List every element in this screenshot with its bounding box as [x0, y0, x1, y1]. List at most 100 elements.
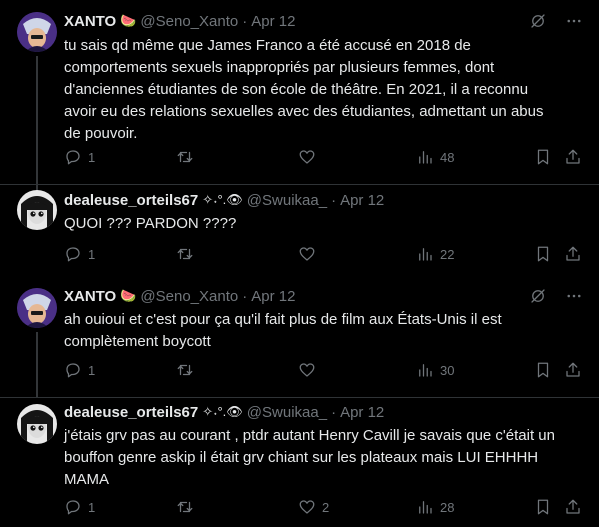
separator-dot: ·	[242, 287, 248, 305]
separator-dot: ·	[242, 12, 248, 30]
like-button[interactable]: 2	[298, 497, 329, 517]
reply-icon	[66, 247, 80, 262]
views-icon	[419, 248, 432, 261]
bookmark-button[interactable]	[534, 244, 552, 264]
reply-count: 1	[88, 362, 96, 378]
share-icon	[566, 246, 580, 261]
retweet-icon	[177, 248, 193, 260]
user-handle[interactable]: @Seno_Xanto	[140, 288, 238, 305]
bookmark-button[interactable]	[534, 497, 552, 517]
tweet-date[interactable]: Apr 12	[340, 404, 384, 421]
separator-dot: ·	[331, 191, 337, 209]
reply-button[interactable]: 1	[64, 244, 95, 264]
like-button[interactable]	[298, 244, 316, 264]
display-name[interactable]: dealeuse_orteils67	[64, 192, 198, 209]
bookmark-button[interactable]	[534, 147, 552, 167]
reply-button[interactable]: 1	[64, 147, 95, 167]
bookmark-icon	[537, 246, 549, 262]
tweet[interactable]: dealeuse_orteils67 ✧˖°.👁 @Swuikaa_ · Apr…	[0, 398, 599, 527]
reply-count: 1	[88, 499, 96, 515]
bookmark-button[interactable]	[534, 360, 552, 380]
avatar-xanto[interactable]	[17, 12, 57, 52]
share-button[interactable]	[564, 244, 582, 264]
tweet-header: dealeuse_orteils67 ✧˖°.👁 @Swuikaa_ · Apr…	[64, 190, 583, 210]
avatar-dealeuse[interactable]	[17, 190, 57, 230]
reply-icon	[66, 363, 80, 378]
name-emoji: ✧˖°.👁	[202, 404, 243, 419]
retweet-button[interactable]	[176, 147, 194, 167]
tweet-date[interactable]: Apr 12	[251, 13, 295, 30]
like-icon	[299, 150, 315, 164]
retweet-button[interactable]	[176, 244, 194, 264]
share-button[interactable]	[564, 360, 582, 380]
tweet-header: XANTO 🍉 @Seno_Xanto · Apr 12	[64, 286, 583, 306]
more-icon[interactable]	[565, 287, 583, 305]
views-button[interactable]: 48	[416, 147, 454, 167]
tweet-text: QUOI ??? PARDON ????	[64, 215, 237, 232]
tweet-text: j'étais grv pas au courant , ptdr autant…	[64, 427, 555, 488]
views-button[interactable]: 30	[416, 360, 454, 380]
display-name[interactable]: XANTO	[64, 288, 116, 305]
avatar-dealeuse[interactable]	[17, 404, 57, 444]
user-handle[interactable]: @Seno_Xanto	[140, 13, 238, 30]
display-name[interactable]: XANTO	[64, 13, 116, 30]
like-button[interactable]	[298, 360, 316, 380]
reply-icon	[66, 500, 80, 515]
more-icon[interactable]	[565, 12, 583, 30]
share-icon	[566, 362, 580, 377]
tweet-date[interactable]: Apr 12	[340, 192, 384, 209]
separator-dot: ·	[331, 403, 337, 421]
share-button[interactable]	[564, 497, 582, 517]
views-count: 22	[440, 246, 455, 262]
reply-button[interactable]: 1	[64, 360, 95, 380]
retweet-button[interactable]	[176, 497, 194, 517]
retweet-icon	[177, 501, 193, 513]
tweet-actions: 1 48	[64, 147, 582, 167]
views-button[interactable]: 28	[416, 497, 454, 517]
tweet[interactable]: dealeuse_orteils67 ✧˖°.👁 @Swuikaa_ · Apr…	[0, 185, 599, 283]
share-icon	[566, 149, 580, 164]
views-count: 28	[440, 499, 455, 515]
name-emoji: ✧˖°.👁	[202, 192, 243, 207]
bookmark-icon	[537, 149, 549, 165]
like-count: 2	[322, 499, 330, 515]
views-icon	[419, 151, 432, 164]
avatar-xanto[interactable]	[17, 288, 57, 328]
like-icon	[299, 247, 315, 261]
name-emoji: 🍉	[120, 288, 137, 303]
tweet-actions: 1 22	[64, 244, 582, 264]
tweet-header: dealeuse_orteils67 ✧˖°.👁 @Swuikaa_ · Apr…	[64, 402, 583, 422]
views-icon	[419, 501, 432, 514]
bookmark-icon	[537, 499, 549, 515]
share-button[interactable]	[564, 147, 582, 167]
user-handle[interactable]: @Swuikaa_	[247, 404, 327, 421]
retweet-button[interactable]	[176, 360, 194, 380]
views-count: 48	[440, 149, 455, 165]
reply-count: 1	[88, 246, 96, 262]
tweet-actions: 1 2 28	[64, 497, 582, 517]
grok-icon[interactable]	[529, 287, 547, 305]
like-icon	[299, 363, 315, 377]
tweet-text: tu sais qd même que James Franco a été a…	[64, 37, 544, 142]
tweet[interactable]: XANTO 🍉 @Seno_Xanto · Apr 12 tu sais qd …	[0, 0, 599, 196]
reply-count: 1	[88, 149, 96, 165]
thread-line	[36, 332, 38, 398]
bookmark-icon	[537, 362, 549, 378]
reply-button[interactable]: 1	[64, 497, 95, 517]
tweet[interactable]: XANTO 🍉 @Seno_Xanto · Apr 12 ah ouioui e…	[0, 283, 599, 398]
like-button[interactable]	[298, 147, 316, 167]
thread-line	[36, 56, 38, 196]
views-button[interactable]: 22	[416, 244, 454, 264]
tweet-actions: 1 30	[64, 360, 582, 380]
tweet-text: ah ouioui et c'est pour ça qu'il fait pl…	[64, 311, 502, 350]
tweet-date[interactable]: Apr 12	[251, 288, 295, 305]
retweet-icon	[177, 151, 193, 163]
divider	[0, 397, 599, 398]
display-name[interactable]: dealeuse_orteils67	[64, 404, 198, 421]
share-icon	[566, 499, 580, 514]
like-icon	[299, 500, 315, 514]
views-icon	[419, 364, 432, 377]
user-handle[interactable]: @Swuikaa_	[247, 192, 327, 209]
tweet-header: XANTO 🍉 @Seno_Xanto · Apr 12	[64, 11, 583, 31]
grok-icon[interactable]	[529, 12, 547, 30]
